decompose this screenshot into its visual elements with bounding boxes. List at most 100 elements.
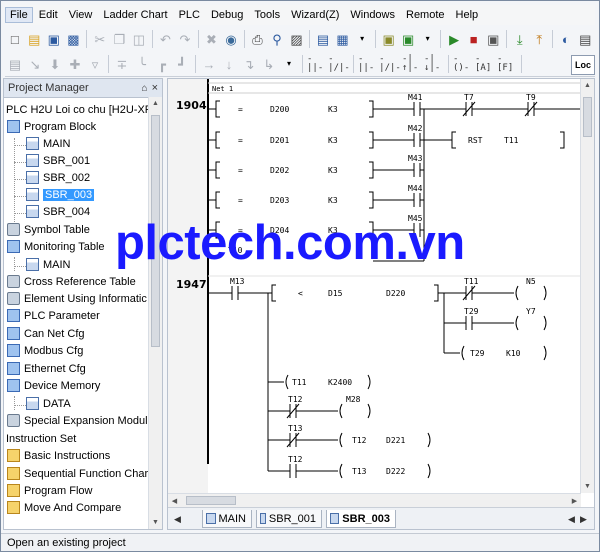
chevron-down-icon[interactable]: ▾ — [419, 30, 437, 48]
redo-icon[interactable]: ↷ — [176, 30, 194, 48]
contact-m44[interactable] — [406, 193, 424, 207]
save-icon[interactable]: ▣ — [45, 30, 63, 48]
tree-item-move-compare[interactable]: Move And Compare — [7, 499, 121, 516]
reset-icon[interactable]: ▣ — [484, 30, 502, 48]
tree-item-modbus[interactable]: Modbus Cfg — [7, 342, 83, 359]
coil-icon[interactable]: -()- — [453, 55, 473, 73]
scroll-right-icon[interactable]: ▶ — [568, 494, 581, 507]
tree-item-sbr-002[interactable]: SBR_002 — [26, 169, 90, 186]
tree-item-basic-instructions[interactable]: Basic Instructions — [7, 447, 110, 464]
arrow-down-icon[interactable]: ⬇ — [46, 55, 64, 73]
coil-m28[interactable] — [339, 403, 371, 419]
menu-debug[interactable]: Debug — [206, 7, 248, 23]
menu-windows[interactable]: Windows — [345, 7, 400, 23]
function-block-icon[interactable]: -[F] — [497, 55, 517, 73]
arrow-return-icon[interactable]: ↴ — [240, 55, 258, 73]
contact-t7[interactable] — [458, 101, 520, 117]
tree-item-program-flow[interactable]: Program Flow — [7, 482, 92, 499]
find-icon[interactable]: ◉ — [222, 30, 240, 48]
contact-t12-no[interactable] — [268, 464, 338, 478]
timer-t11[interactable] — [268, 374, 371, 390]
falling-edge-icon[interactable]: -|↓|- — [424, 55, 444, 73]
rising-edge-icon[interactable]: -|↑|- — [402, 55, 422, 73]
menu-tools[interactable]: Tools — [249, 7, 285, 23]
contact-t9[interactable] — [520, 101, 581, 117]
copy-icon[interactable]: ❐ — [111, 30, 129, 48]
chevron-down-icon[interactable]: ▾ — [280, 55, 298, 73]
tree-item-plc-parameter[interactable]: PLC Parameter — [7, 307, 100, 324]
scroll-down-icon[interactable]: ▼ — [149, 516, 162, 529]
tree-item-cross-reference[interactable]: Cross Reference Table — [7, 273, 136, 290]
tree-item-sbr-003[interactable]: SBR_003 — [26, 186, 95, 203]
close-icon[interactable]: × — [152, 82, 158, 94]
cut-icon[interactable]: ✂ — [91, 30, 109, 48]
menu-edit[interactable]: Edit — [34, 7, 63, 23]
menu-remote[interactable]: Remote — [401, 7, 450, 23]
pin-icon[interactable]: ⌂ — [142, 83, 148, 94]
tab-scroll-left-icon[interactable]: ◀ — [174, 514, 181, 525]
tree-root[interactable]: PLC H2U Loi co chu [H2U-XP — [6, 101, 149, 118]
tree-item-sfc[interactable]: Sequential Function Char — [7, 465, 148, 482]
insert-rung-icon[interactable]: ✚ — [66, 55, 84, 73]
no-contact-icon[interactable]: -||- — [307, 55, 327, 73]
ladder-canvas[interactable]: Net 1 1904 = D200 K3 = D201 K3 = D202 K3… — [168, 79, 581, 493]
tree-item-can-net[interactable]: Can Net Cfg — [7, 325, 85, 342]
scroll-left-icon[interactable]: ◀ — [168, 494, 181, 507]
new-file-icon[interactable]: □ — [6, 30, 24, 48]
menu-file[interactable]: File — [5, 7, 33, 23]
tree-item-instruction-set[interactable]: Instruction Set — [6, 430, 76, 447]
save-all-icon[interactable]: ▩ — [65, 30, 83, 48]
print-icon[interactable]: ⎙ — [249, 30, 267, 48]
editor-horizontal-scrollbar[interactable]: ◀ ▶ — [168, 493, 581, 507]
delete-rung-icon[interactable]: ▿ — [86, 55, 104, 73]
scroll-up-icon[interactable]: ▲ — [149, 97, 162, 110]
toolbar-overflow-button[interactable]: Loc — [571, 55, 595, 75]
window-layout-icon[interactable]: ▤ — [314, 30, 332, 48]
coil-n5[interactable] — [515, 285, 547, 301]
contact-t12[interactable] — [268, 403, 338, 419]
contact-icon[interactable]: ▤ — [6, 55, 24, 73]
project-tree-scrollbar[interactable]: ▲ ▼ — [148, 97, 162, 529]
tree-item-symbol-table[interactable]: Symbol Table — [7, 221, 90, 238]
tree-item-special-expansion[interactable]: Special Expansion Module — [7, 412, 149, 429]
undo-icon[interactable]: ↶ — [157, 30, 175, 48]
contact-t11[interactable] — [443, 285, 514, 353]
coil-y7[interactable] — [515, 315, 547, 331]
chevron-down-icon[interactable]: ▾ — [353, 30, 371, 48]
menu-ladder-chart[interactable]: Ladder Chart — [98, 7, 172, 23]
tree-item-element-using[interactable]: Element Using Informatic — [7, 290, 147, 307]
tree-item-monitor-main[interactable]: MAIN — [26, 256, 71, 273]
print-preview-icon[interactable]: ⚲ — [268, 30, 286, 48]
window-split-icon[interactable]: ▦ — [334, 30, 352, 48]
monitor-table-icon[interactable]: ▤ — [577, 30, 595, 48]
menu-help[interactable]: Help — [451, 7, 484, 23]
compile-icon[interactable]: ▣ — [380, 30, 398, 48]
parallel-nc-contact-icon[interactable]: -|/|- — [379, 55, 401, 73]
tree-item-data[interactable]: DATA — [26, 395, 71, 412]
hline-icon[interactable]: ∓ — [113, 55, 131, 73]
contact-m41[interactable] — [406, 102, 458, 116]
menu-wizard[interactable]: Wizard(Z) — [286, 7, 344, 23]
print-setup-icon[interactable]: ▨ — [288, 30, 306, 48]
compare-block[interactable] — [267, 284, 466, 389]
insert-row-icon[interactable]: ↘ — [26, 55, 44, 73]
monitor-icon[interactable]: ◐ — [557, 30, 575, 48]
contact-t29[interactable] — [444, 316, 514, 330]
contact-m43[interactable] — [406, 163, 424, 177]
arrow-join-icon[interactable]: ↳ — [260, 55, 278, 73]
tab-scroll-left-icon[interactable]: ◀ — [568, 514, 575, 525]
tab-main[interactable]: MAIN — [202, 510, 252, 528]
menu-plc[interactable]: PLC — [174, 7, 205, 23]
download-icon[interactable]: ⤓ — [511, 30, 529, 48]
scroll-down-icon[interactable]: ▼ — [581, 480, 594, 493]
editor-vertical-scrollbar[interactable]: ▲ ▼ — [580, 79, 594, 493]
tree-item-device-memory[interactable]: Device Memory — [7, 377, 100, 394]
tree-item-monitoring-table[interactable]: Monitoring Table — [7, 238, 105, 255]
tree-item-main[interactable]: MAIN — [26, 135, 71, 152]
delete-icon[interactable]: ✖ — [203, 30, 221, 48]
scrollbar-thumb[interactable] — [583, 97, 592, 137]
nc-contact-icon[interactable]: -|/|- — [328, 55, 350, 73]
upload-icon[interactable]: ⤒ — [531, 30, 549, 48]
contact-m13[interactable] — [208, 286, 268, 300]
timer-t29[interactable] — [444, 345, 547, 361]
